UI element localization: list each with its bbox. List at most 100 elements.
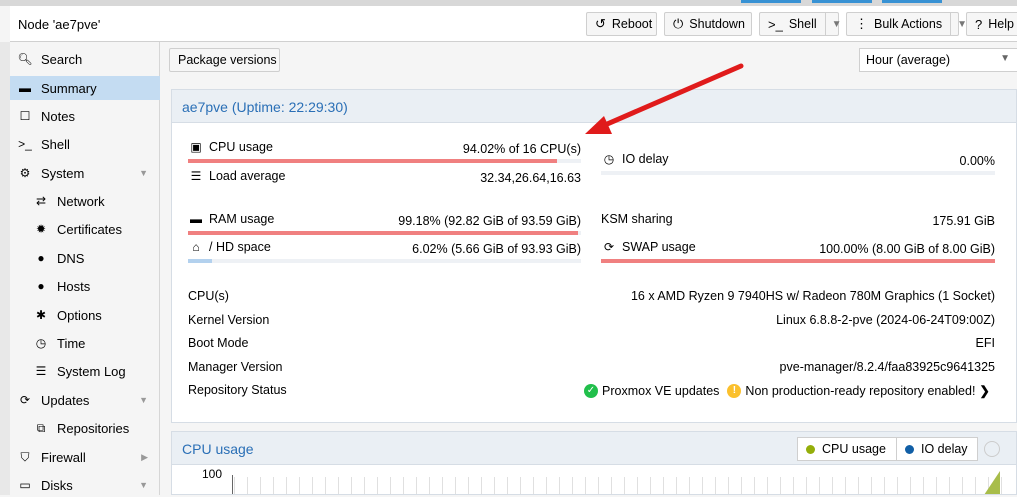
cpus-value: 16 x AMD Ryzen 9 7940HS w/ Radeon 780M G…: [630, 289, 995, 303]
io-delay-bar: [601, 171, 995, 175]
cpu-chart-body: 100: [171, 465, 1017, 495]
kernel-version-label: Kernel Version: [188, 313, 270, 327]
node-header: Node 'ae7pve' ↺ Reboot ⏻ Shutdown >_ She…: [10, 6, 1017, 42]
ram-usage-bar: [188, 231, 581, 235]
globe-icon: ●: [37, 279, 45, 293]
hd-space-bar-fill: [188, 259, 212, 263]
cpu-usage-value: 94.02% of 16 CPU(s): [462, 142, 581, 156]
certificate-icon: ✹: [35, 222, 47, 236]
sidebar-item-network[interactable]: ⇄ Network: [10, 189, 160, 213]
note-icon: ☐: [19, 109, 31, 123]
terminal-icon: >_: [768, 16, 783, 32]
expand-icon[interactable]: ▶: [141, 452, 148, 463]
io-delay-value: 0.00%: [959, 154, 995, 168]
sidebar-item-system[interactable]: ⚙ System ▼: [10, 161, 160, 185]
cpu-icon: ▣: [190, 140, 202, 154]
node-nav-sidebar: 🔍︎ Search ▬ Summary ☐ Notes >_ Shell ⚙ S…: [10, 42, 160, 495]
undo-icon: ↺: [595, 16, 606, 31]
clock-icon: ◷: [35, 336, 47, 350]
sidebar-item-options[interactable]: ✱ Options: [10, 303, 160, 327]
status-panel-header: ae7pve (Uptime: 22:29:30): [171, 89, 1017, 123]
ksm-sharing-value: 175.91 GiB: [932, 214, 995, 228]
sidebar-item-updates[interactable]: ⟳ Updates ▼: [10, 388, 160, 412]
legend-io-dot: [905, 444, 914, 454]
power-icon: ⏻: [673, 16, 684, 31]
cpu-usage-bar: [188, 159, 581, 163]
repository-status-value[interactable]: ✓ Proxmox VE updates ! Non production-re…: [584, 383, 990, 398]
collapse-icon[interactable]: ▼: [139, 395, 148, 405]
check-circle-icon: ✓: [584, 383, 598, 398]
refresh-icon: ⟳: [603, 240, 615, 254]
ram-usage-bar-fill: [188, 231, 578, 235]
shell-button[interactable]: >_ Shell ▼: [759, 12, 842, 36]
sidebar-item-firewall[interactable]: ⛉ Firewall ▶: [10, 445, 160, 469]
sidebar-item-system-log[interactable]: ☰ System Log: [10, 359, 160, 383]
package-versions-button[interactable]: Package versions: [169, 48, 280, 72]
sidebar-item-repositories[interactable]: ⧉ Repositories: [10, 416, 160, 440]
book-icon: ▬: [19, 81, 31, 95]
y-tick-100: 100: [202, 467, 223, 481]
chart-grid: [234, 477, 1004, 494]
hd-space-value: 6.02% (5.66 GiB of 93.93 GiB): [412, 242, 581, 256]
y-axis: [232, 475, 233, 494]
list-icon: ☰: [35, 364, 47, 378]
page-title: Node 'ae7pve': [18, 17, 101, 32]
sidebar-item-certificates[interactable]: ✹ Certificates: [10, 217, 160, 241]
chevron-right-icon: ❯: [979, 384, 990, 398]
hdd-icon: ⌂: [192, 240, 200, 254]
sidebar-item-summary[interactable]: ▬ Summary: [10, 76, 160, 100]
ksm-sharing-label: KSM sharing: [601, 212, 673, 226]
collapse-icon[interactable]: ▼: [139, 168, 148, 178]
shield-icon: ⛉: [20, 449, 30, 464]
boot-mode-value: EFI: [975, 336, 995, 350]
sidebar-item-dns[interactable]: ● DNS: [10, 246, 160, 270]
sidebar-item-hosts[interactable]: ● Hosts: [10, 274, 160, 298]
chevron-down-icon: ▼: [1000, 53, 1010, 64]
legend-cpu-dot: [806, 444, 815, 454]
chevron-down-icon[interactable]: ▼: [824, 13, 842, 35]
sidebar-item-time[interactable]: ◷ Time: [10, 331, 160, 355]
terminal-icon: >_: [18, 137, 32, 151]
sidebar-item-notes[interactable]: ☐ Notes: [10, 104, 160, 128]
hdd-icon: ▭: [19, 478, 31, 492]
undo-zoom-icon[interactable]: [984, 441, 1000, 457]
ram-usage-value: 99.18% (92.82 GiB of 93.59 GiB): [398, 214, 581, 228]
tasks-icon: ☰: [190, 169, 202, 183]
io-delay-label: ◷ IO delay: [601, 152, 669, 166]
timeframe-select[interactable]: Hour (average) ▼: [859, 48, 1017, 72]
files-icon: ⧉: [36, 420, 46, 435]
bulk-actions-button[interactable]: ⋮ Bulk Actions ▼: [846, 12, 967, 36]
hd-space-label: ⌂ / HD space: [188, 240, 270, 254]
summary-toolbar: Package versions Hour (average) ▼: [161, 42, 1017, 80]
manager-version-value: pve-manager/8.2.4/faa83925c9641325: [779, 360, 995, 374]
resource-tree-edge[interactable]: [0, 42, 10, 495]
refresh-icon: ⟳: [19, 393, 31, 407]
search-icon: 🔍︎: [17, 52, 33, 66]
sidebar-item-shell[interactable]: >_ Shell: [10, 132, 160, 156]
cpus-label: CPU(s): [188, 289, 229, 303]
question-circle-icon: ?: [975, 16, 983, 32]
hd-space-bar: [188, 259, 581, 263]
sidebar-item-disks[interactable]: ▭ Disks ▼: [10, 473, 160, 497]
gears-icon: ⚙: [19, 166, 31, 180]
panel-title: ae7pve (Uptime: 22:29:30): [182, 99, 348, 115]
exchange-icon: ⇄: [35, 194, 47, 208]
swap-usage-bar: [601, 259, 995, 263]
globe-icon: ●: [37, 251, 45, 265]
kernel-version-value: Linux 6.8.8-2-pve (2024-06-24T09:00Z): [776, 313, 995, 327]
clock-icon: ◷: [603, 152, 615, 166]
cpu-chart-title: CPU usage: [182, 441, 254, 457]
legend-io-delay[interactable]: IO delay: [896, 437, 978, 461]
shutdown-button[interactable]: ⏻ Shutdown: [664, 12, 752, 36]
ellipsis-v-icon: ⋮: [855, 16, 868, 31]
sidebar-item-search[interactable]: 🔍︎ Search: [10, 47, 160, 71]
help-button[interactable]: ? Help: [966, 12, 1017, 36]
legend-cpu-usage[interactable]: CPU usage: [797, 437, 897, 461]
swap-usage-label: ⟳ SWAP usage: [601, 240, 696, 254]
load-average-value: 32.34,26.64,16.63: [480, 171, 581, 185]
swap-usage-bar-fill: [601, 259, 995, 263]
reboot-button[interactable]: ↺ Reboot: [586, 12, 657, 36]
gear-icon: ✱: [35, 308, 47, 322]
collapse-icon[interactable]: ▼: [139, 480, 148, 490]
chevron-down-icon[interactable]: ▼: [950, 13, 967, 35]
